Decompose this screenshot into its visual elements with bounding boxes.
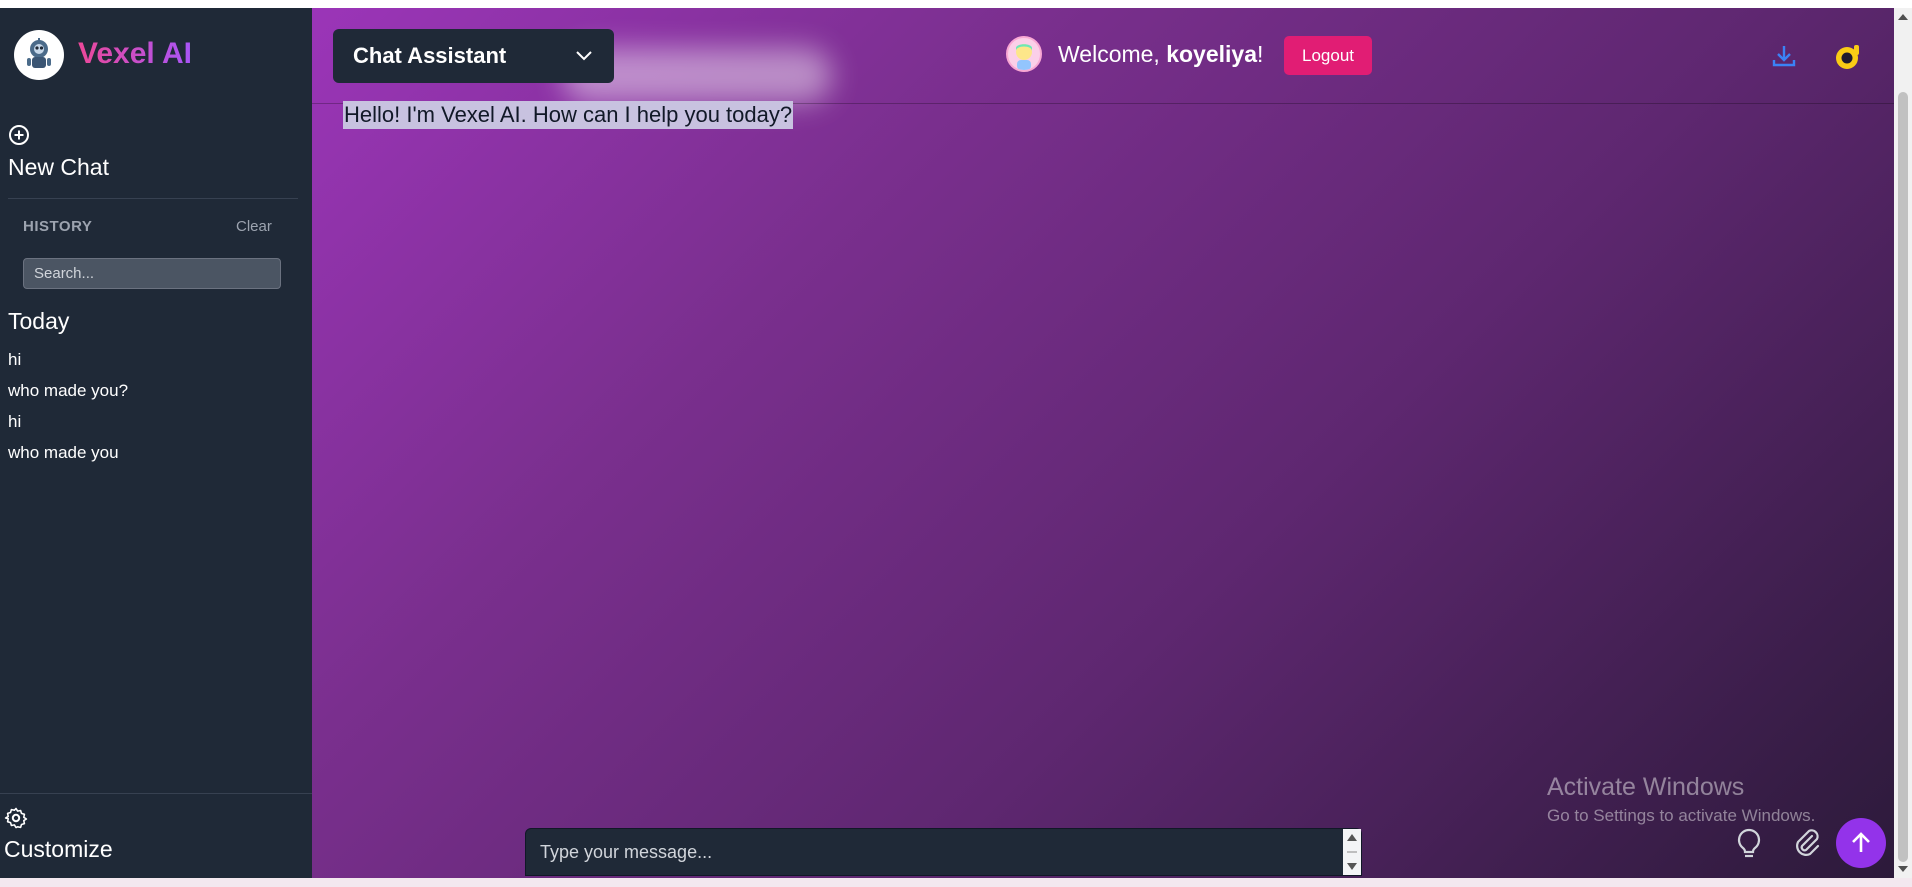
watermark-subtitle: Go to Settings to activate Windows. xyxy=(1547,806,1816,825)
history-item[interactable]: hi xyxy=(8,410,128,441)
plus-circle-icon xyxy=(9,125,29,145)
download-button[interactable] xyxy=(1770,42,1798,74)
robot-logo-icon xyxy=(27,38,51,68)
chat-main: Chat Assistant Welcome, koyeliya! Logout… xyxy=(312,8,1894,878)
scrollbar-thumb[interactable] xyxy=(1898,92,1908,862)
watermark-title: Activate Windows xyxy=(1547,773,1745,801)
input-scrollbar[interactable] xyxy=(1343,829,1361,875)
welcome-suffix: ! xyxy=(1257,41,1264,67)
logout-button[interactable]: Logout xyxy=(1284,36,1372,75)
sidebar-bottom-divider xyxy=(0,793,312,794)
logo xyxy=(14,30,64,80)
chevron-down-icon xyxy=(576,51,592,61)
message-input[interactable] xyxy=(526,829,1346,875)
new-chat-label: New Chat xyxy=(8,154,109,180)
history-heading: HISTORY xyxy=(23,218,93,235)
gear-icon xyxy=(4,807,28,829)
customize-button[interactable]: Customize xyxy=(4,806,113,863)
scroll-down-arrow-icon[interactable] xyxy=(1894,862,1912,876)
new-chat-button[interactable]: New Chat xyxy=(8,124,109,181)
clear-history-button[interactable]: Clear xyxy=(236,218,272,235)
theme-toggle-button[interactable] xyxy=(1832,41,1864,77)
scroll-arrows-icon xyxy=(1347,834,1357,870)
user-avatar-icon xyxy=(1016,44,1032,70)
sidebar: Vexel AI New Chat HISTORY Clear Today hi… xyxy=(0,8,312,878)
username: koyeliya xyxy=(1166,41,1258,67)
window-top-strip xyxy=(0,0,1912,8)
history-item[interactable]: who made you xyxy=(8,441,128,472)
model-select-dropdown[interactable]: Chat Assistant xyxy=(333,29,614,83)
download-icon xyxy=(1772,46,1796,67)
window-bottom-strip xyxy=(0,878,1912,887)
message-input-box xyxy=(525,828,1362,876)
lightbulb-icon xyxy=(1737,828,1761,858)
attach-button[interactable] xyxy=(1790,826,1822,864)
welcome-prefix: Welcome, xyxy=(1058,41,1167,67)
send-button[interactable] xyxy=(1836,818,1886,868)
sidebar-divider xyxy=(8,198,298,199)
user-avatar xyxy=(1006,36,1042,72)
paperclip-icon xyxy=(1796,829,1820,856)
activate-windows-watermark: Activate Windows Go to Settings to activ… xyxy=(1547,773,1815,826)
history-list: hi who made you? hi who made you xyxy=(8,348,128,472)
theme-icon xyxy=(1836,45,1859,69)
history-search-input[interactable] xyxy=(23,258,281,289)
scroll-up-arrow-icon[interactable] xyxy=(1894,10,1912,24)
welcome-text: Welcome, koyeliya! xyxy=(1058,41,1263,68)
history-item[interactable]: hi xyxy=(8,348,128,379)
assistant-message: Hello! I'm Vexel AI. How can I help you … xyxy=(343,101,794,129)
customize-label: Customize xyxy=(4,836,113,862)
brand-name: Vexel AI xyxy=(78,34,192,74)
history-group-today: Today xyxy=(8,308,70,334)
suggestions-button[interactable] xyxy=(1732,826,1766,866)
page-scrollbar[interactable] xyxy=(1894,8,1912,878)
model-select-label: Chat Assistant xyxy=(353,43,507,68)
arrow-up-icon xyxy=(1852,832,1870,852)
history-item[interactable]: who made you? xyxy=(8,379,128,410)
